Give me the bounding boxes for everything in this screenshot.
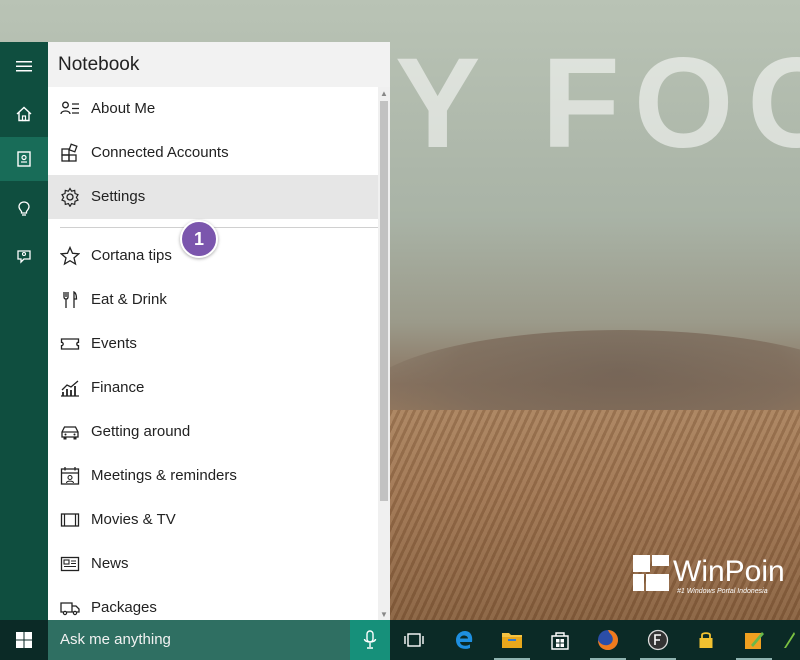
menu-item-label: Meetings & reminders (91, 467, 237, 484)
task-view-button[interactable] (390, 620, 438, 660)
step-number-badge: 1 (180, 220, 218, 258)
home-button[interactable] (0, 92, 48, 136)
menu-item-label: News (91, 555, 129, 572)
paint-button[interactable] (730, 620, 778, 660)
menu-item-label: Finance (91, 379, 145, 396)
task-view-icon (404, 633, 424, 647)
edge-icon (456, 631, 473, 649)
winpoin-logo-icon (633, 555, 669, 591)
hamburger-button[interactable] (0, 44, 48, 88)
menu-item-connected-accounts[interactable]: Connected Accounts (48, 131, 378, 175)
menu-item-label: Connected Accounts (91, 144, 229, 161)
paint-icon (745, 632, 764, 649)
firefox-button[interactable] (584, 620, 632, 660)
file-explorer-icon (502, 633, 522, 648)
feedback-button[interactable] (0, 235, 48, 279)
cortana-rail (0, 42, 48, 620)
start-button[interactable] (0, 620, 48, 660)
microphone-button[interactable] (350, 620, 390, 660)
menu-item-events[interactable]: Events (48, 322, 378, 366)
cortana-search-box[interactable]: Ask me anything (48, 620, 390, 660)
scroll-down-arrow-icon[interactable]: ▼ (378, 608, 390, 620)
menu-item-getting-around[interactable]: Getting around (48, 410, 378, 454)
page-title: Notebook (58, 54, 140, 75)
menu-divider (60, 227, 378, 228)
menu-item-packages[interactable]: Packages (48, 586, 378, 620)
menu-item-label: Events (91, 335, 137, 352)
menu-item-label: About Me (91, 100, 156, 117)
microphone-icon (363, 630, 377, 649)
scrollbar-thumb[interactable] (380, 101, 388, 501)
connected-accounts-icon (60, 143, 80, 163)
chart-icon (60, 378, 80, 398)
home-icon (16, 106, 32, 122)
f-app-icon (647, 629, 669, 651)
winpoin-watermark: WinPoin #1 Windows Portal Indonesia (633, 555, 798, 605)
car-icon (60, 422, 80, 442)
notebook-button[interactable] (0, 137, 48, 181)
firefox-icon (598, 630, 618, 650)
calendar-icon (60, 466, 80, 486)
store-button[interactable] (536, 620, 584, 660)
notebook-panel: Notebook About Me Connected Accounts Set… (48, 42, 390, 620)
menu-item-label: Cortana tips (91, 247, 172, 264)
menu-item-news[interactable]: News (48, 542, 378, 586)
menu-item-label: Movies & TV (91, 511, 176, 528)
taskbar: Ask me anything (0, 620, 800, 660)
menu-item-movies-tv[interactable]: Movies & TV (48, 498, 378, 542)
menu-item-label: Packages (91, 599, 157, 616)
film-icon (60, 510, 80, 530)
notebook-icon (17, 151, 31, 167)
watermark-title: WinPoin (673, 555, 785, 588)
menu-item-settings[interactable]: Settings (48, 175, 378, 219)
store-icon (551, 632, 569, 650)
start-icon (16, 632, 32, 648)
notebook-menu-list: About Me Connected Accounts Settings Cor… (48, 87, 378, 620)
lock-app-button[interactable] (682, 620, 730, 660)
newspaper-icon (60, 554, 80, 574)
hamburger-icon (16, 61, 32, 72)
f-app-button[interactable] (634, 620, 682, 660)
menu-item-about-me[interactable]: About Me (48, 87, 378, 131)
watermark-subtitle: #1 Windows Portal Indonesia (677, 588, 768, 595)
file-explorer-button[interactable] (488, 620, 536, 660)
notebook-scrollbar[interactable]: ▲ ▼ (378, 87, 390, 620)
menu-item-label: Settings (91, 188, 146, 205)
scroll-up-arrow-icon[interactable]: ▲ (378, 87, 390, 99)
ticket-icon (60, 334, 80, 354)
notebook-header: Notebook (48, 42, 390, 87)
fork-knife-icon (60, 290, 80, 310)
star-icon (59, 245, 81, 266)
feedback-icon (17, 250, 31, 264)
menu-item-label: Getting around (91, 423, 191, 440)
reminders-button[interactable] (0, 187, 48, 231)
green-app-icon (784, 632, 795, 648)
gear-icon (60, 187, 80, 208)
green-app-button[interactable] (778, 620, 800, 660)
wallpaper-overlay-text: Y FOO (395, 32, 800, 175)
menu-item-label: Eat & Drink (91, 291, 167, 308)
edge-button[interactable] (440, 620, 488, 660)
lightbulb-icon (18, 201, 30, 216)
truck-icon (60, 598, 80, 618)
about-me-icon (60, 99, 80, 119)
menu-item-meetings-reminders[interactable]: Meetings & reminders (48, 454, 378, 498)
lock-icon (699, 632, 713, 648)
search-input[interactable]: Ask me anything (60, 631, 171, 649)
menu-item-eat-drink[interactable]: Eat & Drink (48, 278, 378, 322)
menu-item-finance[interactable]: Finance (48, 366, 378, 410)
